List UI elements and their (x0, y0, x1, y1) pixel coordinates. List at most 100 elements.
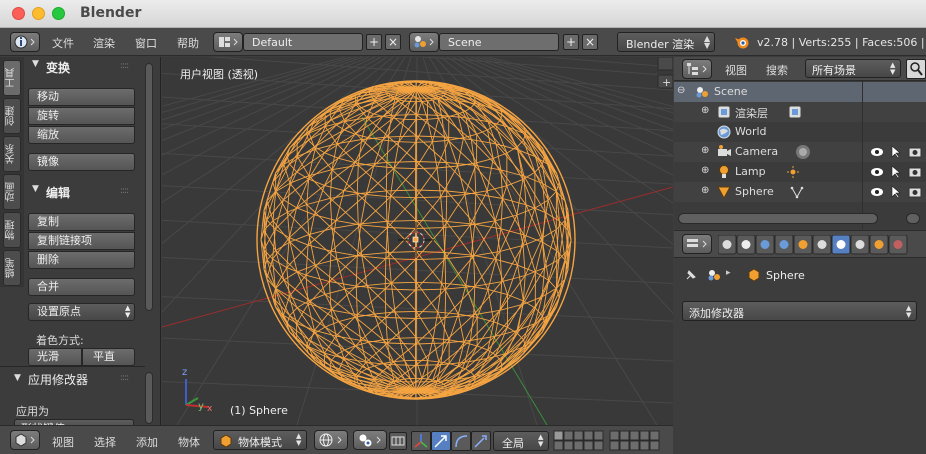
minimize-window-button[interactable] (32, 7, 45, 20)
outliner-menu-view[interactable]: 视图 (725, 62, 747, 78)
outliner-row-render-layers[interactable]: ⊕ 渲染层 (674, 102, 926, 122)
zoom-window-button[interactable] (52, 7, 65, 20)
rotate-arc-icon (455, 435, 468, 448)
outliner-row-camera[interactable]: ⊕ Camera (674, 142, 926, 162)
add-modifier-select[interactable]: 添加修改器 ▲ ▼ (682, 301, 917, 321)
drag-handle-icon[interactable]: :::: (120, 373, 129, 383)
outliner-filter-select[interactable]: 所有场景 ▲ ▼ (805, 59, 901, 78)
editor-type-button[interactable] (10, 32, 40, 52)
add-scene-button[interactable]: + (563, 34, 579, 50)
viewport-split-corner[interactable]: + (657, 57, 673, 89)
expand-toggle-icon[interactable]: ⊕ (701, 165, 709, 176)
layout-grid-icon (219, 37, 238, 47)
rotate-manipulator-button[interactable] (451, 431, 471, 451)
menu-help[interactable]: 帮助 (177, 35, 199, 51)
outliner-h-scrollbar[interactable] (678, 213, 878, 224)
layout-name-field[interactable]: Default (243, 33, 363, 51)
menu-file[interactable]: 文件 (52, 35, 74, 51)
join-button[interactable]: 合并 (28, 278, 135, 296)
transform-orientation-select[interactable]: 全局 ▲ ▼ (493, 431, 549, 451)
shade-smooth-button[interactable]: 光滑 (28, 348, 82, 366)
menu-object[interactable]: 物体 (178, 434, 200, 450)
panel-title-transform[interactable]: 变换 (46, 59, 70, 76)
eye-icon[interactable] (870, 185, 884, 199)
arrow-icon (434, 435, 447, 448)
cursor-select-icon[interactable] (890, 165, 902, 179)
outliner-search-button[interactable] (906, 59, 926, 79)
delete-layout-button[interactable]: × (385, 34, 401, 50)
editor-type-properties-button[interactable] (682, 234, 712, 254)
collapse-triangle-icon[interactable]: ▼ (32, 184, 39, 194)
delete-scene-button[interactable]: × (582, 34, 598, 50)
layout-browse-button[interactable] (213, 32, 243, 52)
menu-window[interactable]: 窗口 (135, 35, 157, 51)
editor-type-3d-button[interactable] (10, 430, 40, 450)
viewport-canvas[interactable]: z y x + (162, 57, 673, 425)
3d-viewport[interactable]: z y x + 用户视图 (透视) (1) Sphere (162, 57, 673, 425)
eye-icon[interactable] (870, 165, 884, 179)
render-engine-select[interactable]: Blender 渲染 ▲ ▼ (617, 32, 715, 52)
outliner-row-world[interactable]: World (674, 122, 926, 142)
plus-icon: + (368, 35, 380, 49)
expand-toggle-icon[interactable]: ⊕ (701, 145, 709, 156)
delete-button[interactable]: 删除 (28, 251, 135, 269)
cursor-select-icon[interactable] (890, 185, 902, 199)
panel-title-apply-modifier[interactable]: 应用修改器 (28, 371, 88, 388)
expand-toggle-icon[interactable]: ⊕ (701, 185, 709, 196)
expand-toggle-icon[interactable]: ⊕ (701, 105, 709, 116)
eye-icon[interactable] (870, 145, 884, 159)
collapse-toggle-icon[interactable]: ⊖ (677, 85, 685, 96)
pin-icon[interactable] (684, 268, 698, 282)
outliner-menu-search[interactable]: 搜索 (766, 62, 788, 78)
collapse-triangle-icon[interactable]: ▼ (14, 373, 21, 383)
outliner-h-scrollbar-end[interactable] (906, 213, 920, 224)
apply-as-label: 应用为 (16, 405, 49, 418)
camera-icon (718, 145, 731, 156)
editor-type-outliner-button[interactable] (682, 59, 712, 79)
render-camera-icon[interactable] (908, 185, 922, 199)
viewport-shading-button[interactable] (314, 430, 348, 450)
collapse-triangle-icon[interactable]: ▼ (32, 59, 39, 69)
duplicate-button[interactable]: 复制 (28, 213, 135, 231)
manipulator-toggle-button[interactable] (411, 431, 431, 451)
cube-view-icon (15, 433, 35, 447)
render-camera-icon[interactable] (908, 165, 922, 179)
menu-view[interactable]: 视图 (52, 434, 74, 450)
shade-flat-button[interactable]: 平直 (82, 348, 135, 366)
close-window-button[interactable] (12, 7, 25, 20)
menu-select[interactable]: 选择 (94, 434, 116, 450)
panel-title-edit[interactable]: 编辑 (46, 184, 70, 201)
layer-manipulator-button[interactable] (389, 432, 407, 450)
menu-render[interactable]: 渲染 (93, 35, 115, 51)
menu-add[interactable]: 添加 (136, 434, 158, 450)
scene-browse-button[interactable] (409, 32, 439, 52)
properties-context-tabs[interactable] (718, 235, 926, 255)
layer-buttons[interactable] (553, 430, 673, 452)
scale-manipulator-button[interactable] (471, 431, 491, 451)
translate-manipulator-button[interactable] (431, 431, 451, 451)
scale-button[interactable]: 缩放 (28, 126, 135, 144)
outliner-row-lamp[interactable]: ⊕ Lamp (674, 162, 926, 182)
tool-shelf-scrollbar[interactable] (145, 63, 153, 311)
add-layout-button[interactable]: + (366, 34, 382, 50)
svg-text:+: + (662, 76, 671, 89)
pivot-point-button[interactable] (353, 430, 387, 450)
render-layer-icon (717, 105, 731, 119)
outliner-header: 视图 搜索 所有场景 ▲ ▼ (674, 57, 926, 81)
move-button[interactable]: 移动 (28, 88, 135, 106)
cursor-select-icon[interactable] (890, 145, 902, 159)
scene-name-field[interactable]: Scene (439, 33, 559, 51)
set-origin-select[interactable]: 设置原点 ▲ ▼ (28, 303, 135, 321)
tool-shelf-scrollbar-lower[interactable] (145, 372, 153, 424)
rotate-button[interactable]: 旋转 (28, 107, 135, 125)
render-camera-icon[interactable] (908, 145, 922, 159)
drag-handle-icon[interactable]: :::: (120, 186, 129, 196)
mirror-button[interactable]: 镜像 (28, 153, 135, 171)
drag-handle-icon[interactable]: :::: (120, 61, 129, 71)
updown-arrows-icon: ▲ ▼ (296, 432, 302, 447)
duplicate-linked-button[interactable]: 复制链接项 (28, 232, 135, 250)
outliner-row-scene[interactable]: ⊖ Scene (674, 82, 926, 102)
outliner-row-sphere[interactable]: ⊕ Sphere (674, 182, 926, 202)
mode-select[interactable]: 物体模式 ▲ ▼ (213, 430, 307, 450)
object-cube-icon (748, 268, 760, 282)
